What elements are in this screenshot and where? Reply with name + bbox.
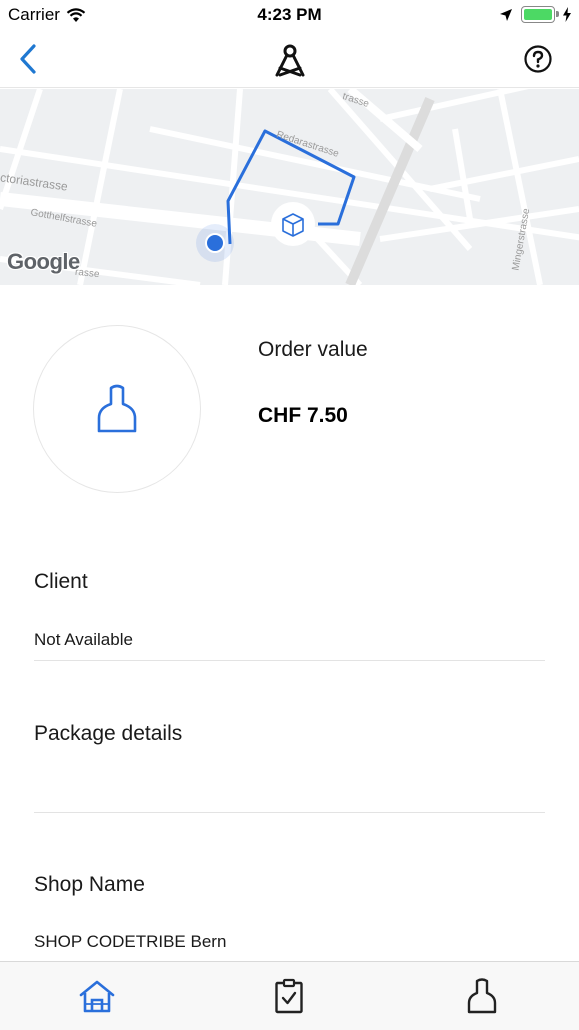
- order-value-label: Order value: [258, 338, 368, 361]
- shop-name-value: SHOP CODETRIBE Bern: [34, 932, 227, 951]
- map-streets: [0, 89, 579, 285]
- shop-name-title: Shop Name: [34, 873, 145, 896]
- status-bar: Carrier 4:23 PM: [0, 0, 579, 30]
- package-details-title: Package details: [34, 722, 183, 745]
- battery-icon: [521, 6, 559, 23]
- tab-home[interactable]: [77, 976, 117, 1016]
- back-button[interactable]: [12, 42, 44, 76]
- chevron-left-icon: [20, 44, 36, 74]
- question-circle-icon[interactable]: [523, 44, 553, 74]
- divider: [34, 660, 545, 661]
- battery-fill: [524, 9, 552, 20]
- home-icon: [79, 980, 115, 1013]
- map-view[interactable]: trasse Redarastrasse ctoriastrasse Gotth…: [0, 89, 579, 285]
- tab-bar: [0, 961, 579, 1030]
- nav-bar: [0, 30, 579, 88]
- user-icon: [97, 384, 137, 433]
- clipboard-check-icon: [275, 978, 303, 1014]
- client-avatar: [33, 325, 201, 493]
- tab-profile[interactable]: [462, 976, 502, 1016]
- google-attribution[interactable]: Google: [7, 249, 80, 275]
- user-icon: [467, 978, 497, 1014]
- status-right: [499, 6, 571, 23]
- divider: [34, 812, 545, 813]
- client-value: Not Available: [34, 630, 133, 649]
- location-arrow-icon: [500, 8, 512, 21]
- status-time: 4:23 PM: [257, 5, 322, 24]
- brand-logo-icon: [275, 44, 305, 77]
- charging-bolt-icon: [563, 7, 571, 22]
- order-value-amount: CHF 7.50: [258, 404, 348, 427]
- tab-orders[interactable]: [269, 976, 309, 1016]
- client-title: Client: [34, 570, 88, 593]
